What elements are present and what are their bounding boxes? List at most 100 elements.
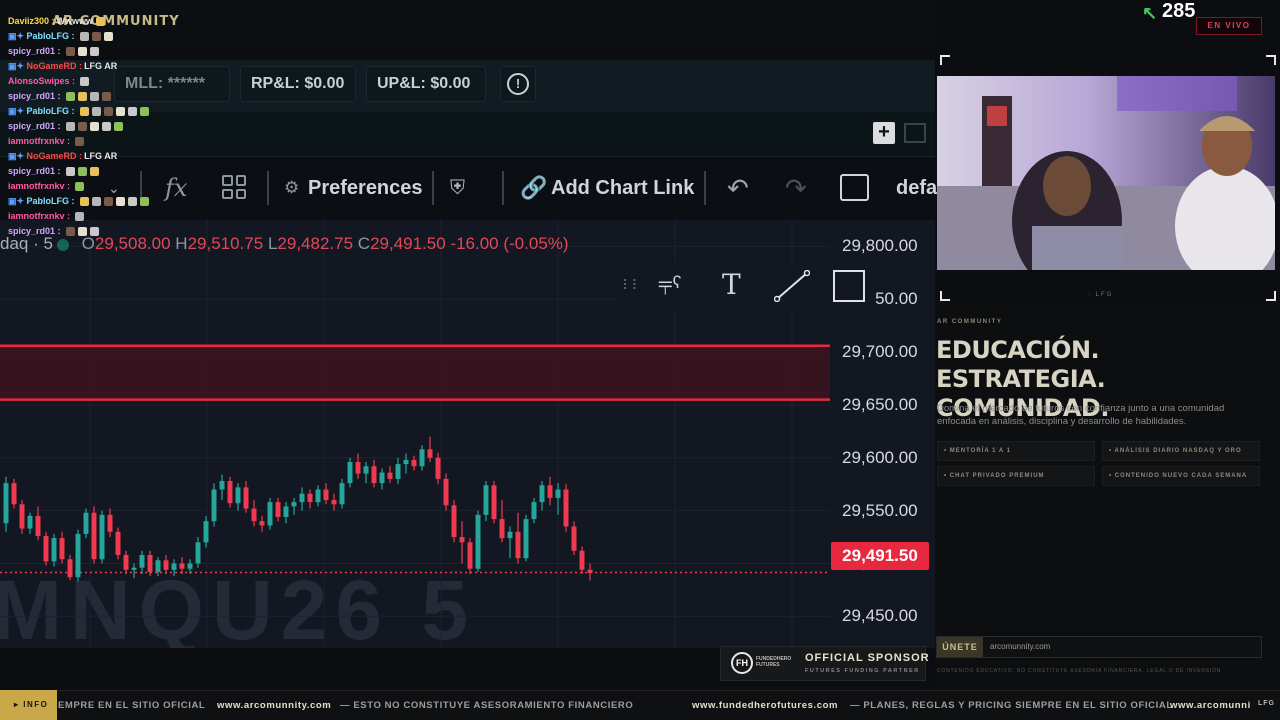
add-chart-link-button[interactable]: Add Chart Link xyxy=(551,157,694,219)
candle-body xyxy=(363,466,369,474)
candle-body xyxy=(395,464,401,479)
chat-message: ▣✦ PabloLFG : xyxy=(0,104,315,119)
candle-body xyxy=(211,489,217,522)
add-panel-button[interactable]: + xyxy=(873,122,895,144)
candle-body xyxy=(539,485,545,503)
candle-body xyxy=(235,487,241,504)
account-info-button[interactable]: ! xyxy=(500,66,536,102)
undo-icon[interactable]: ↶ xyxy=(727,157,749,219)
chat-emote-icon xyxy=(91,197,101,207)
preferences-button[interactable]: Preferences xyxy=(308,157,423,219)
chat-username[interactable]: NoGameRD : xyxy=(27,61,83,71)
chat-username[interactable]: PabloLFG : xyxy=(27,196,75,206)
pitchfork-tool-icon[interactable]: ⫧ˤ xyxy=(658,262,682,308)
chat-emote-icon xyxy=(89,167,99,177)
drawing-toolbar: ⠇⠇ ⫧ˤ T xyxy=(614,262,876,310)
join-url[interactable]: arcomunnity.com xyxy=(990,642,1050,651)
chat-username[interactable]: spicy_rd01 : xyxy=(8,166,61,176)
candle-body xyxy=(451,505,457,538)
supply-zone xyxy=(0,345,830,400)
chat-username[interactable]: spicy_rd01 : xyxy=(8,226,61,236)
chat-badge-icon: ▣✦ xyxy=(8,61,27,71)
chat-message: spicy_rd01 : xyxy=(0,164,315,179)
candle-body xyxy=(411,459,417,467)
promo-description: Domina el mercado de futuros con confian… xyxy=(937,403,1225,427)
join-button[interactable]: ÚNETE xyxy=(937,637,983,657)
candle-body xyxy=(43,535,49,562)
ticker-end-tag: LFG xyxy=(1254,700,1275,707)
layout-name-button[interactable]: defa xyxy=(896,157,937,219)
chat-username[interactable]: NoGameRD : xyxy=(27,151,83,161)
chat-text: LFG AR xyxy=(84,151,118,161)
candle-body xyxy=(315,489,321,503)
candle-body xyxy=(203,521,209,543)
candle-body xyxy=(195,542,201,564)
join-box xyxy=(936,636,1262,658)
text-tool-icon[interactable]: T xyxy=(722,262,741,308)
rectangle-tool-icon[interactable] xyxy=(833,270,865,302)
chat-badge-icon: ▣✦ xyxy=(8,151,27,161)
chat-message: ▣✦ NoGameRD : LFG AR xyxy=(0,59,315,74)
candle-body xyxy=(507,531,513,539)
trendline-tool-icon[interactable] xyxy=(774,270,810,302)
price-tick-label: 29,700.00 xyxy=(842,342,918,362)
chat-emote-icon xyxy=(96,17,106,27)
chat-emote-icon xyxy=(65,47,75,57)
chat-emote-icon xyxy=(79,107,89,117)
chat-emote-icon xyxy=(89,227,99,237)
ticker-link[interactable]: www.fundedherofutures.com xyxy=(692,700,838,711)
shield-icon[interactable]: ⛨ xyxy=(450,157,465,219)
chat-username[interactable]: PabloLFG : xyxy=(27,31,75,41)
ticker-link[interactable]: www.arcomunnity.com xyxy=(217,700,331,711)
candle-body xyxy=(371,466,377,484)
candle-body xyxy=(267,502,273,526)
chat-emote-icon xyxy=(101,92,111,102)
chat-username[interactable]: spicy_rd01 : xyxy=(8,121,61,131)
webcam-label: · LFG xyxy=(1088,292,1114,298)
chat-message: spicy_rd01 : xyxy=(0,119,315,134)
close-label: C xyxy=(357,234,371,253)
chat-username[interactable]: spicy_rd01 : xyxy=(8,46,61,56)
candle-body xyxy=(435,457,441,479)
chat-username[interactable]: iamnotfrxnkv : xyxy=(8,181,70,191)
drag-handle-icon[interactable]: ⠇⠇ xyxy=(622,262,641,308)
chat-emote-icon xyxy=(127,197,137,207)
chat-username[interactable]: iamnotfrxnkv : xyxy=(8,136,70,146)
promo-brand: AR COMMUNITY xyxy=(937,319,1003,325)
chat-username[interactable]: iamnotfrxnkv : xyxy=(8,211,70,221)
chat-username[interactable]: AlonsoSwipes : xyxy=(8,76,75,86)
candle-body xyxy=(427,449,433,458)
chat-emote-icon xyxy=(77,92,87,102)
chat-emote-icon xyxy=(75,137,85,147)
candle-body xyxy=(563,489,569,527)
ticker-item-text: ESTO NO CONSTITUYE ASESORAMIENTO FINANCI… xyxy=(353,700,634,711)
ticker-link[interactable]: www.arcomunni xyxy=(1170,700,1254,711)
redo-icon[interactable]: ↷ xyxy=(785,157,807,219)
maximize-panel-button[interactable] xyxy=(904,123,926,143)
chat-emote-icon xyxy=(77,122,87,132)
feature-daily-analysis: • ANÁLISIS DIARIO NASDAQ Y ORO xyxy=(1102,441,1260,461)
chat-text: Wwwww xyxy=(56,16,94,26)
candle-body xyxy=(275,502,281,517)
change-value: -16.00 (-0.05%) xyxy=(450,234,569,253)
chat-username[interactable]: Daviiz300 : xyxy=(8,16,55,26)
candle-body xyxy=(403,459,409,465)
candle-body xyxy=(35,515,41,536)
chat-username[interactable]: PabloLFG : xyxy=(27,106,75,116)
chat-emote-icon xyxy=(75,212,85,222)
chat-message: spicy_rd01 : xyxy=(0,44,315,59)
chat-username[interactable]: spicy_rd01 : xyxy=(8,91,61,101)
candle-body xyxy=(155,560,161,572)
candle-body xyxy=(331,500,337,505)
chat-emote-icon xyxy=(77,47,87,57)
feature-private-chat: • CHAT PRIVADO PREMIUM xyxy=(937,466,1095,486)
fullscreen-icon[interactable] xyxy=(840,174,869,201)
candle-body xyxy=(251,508,257,522)
chat-message: iamnotfrxnkv : xyxy=(0,134,315,149)
ticker-item: — ESTO NO CONSTITUYE ASESORAMIENTO FINAN… xyxy=(340,700,634,711)
candle-body xyxy=(259,521,265,526)
candle-body xyxy=(219,481,225,490)
price-tick-label: 29,600.00 xyxy=(842,447,918,467)
chat-message: ▣✦ NoGameRD : LFG AR xyxy=(0,149,315,164)
chat-message: spicy_rd01 : xyxy=(0,224,315,239)
